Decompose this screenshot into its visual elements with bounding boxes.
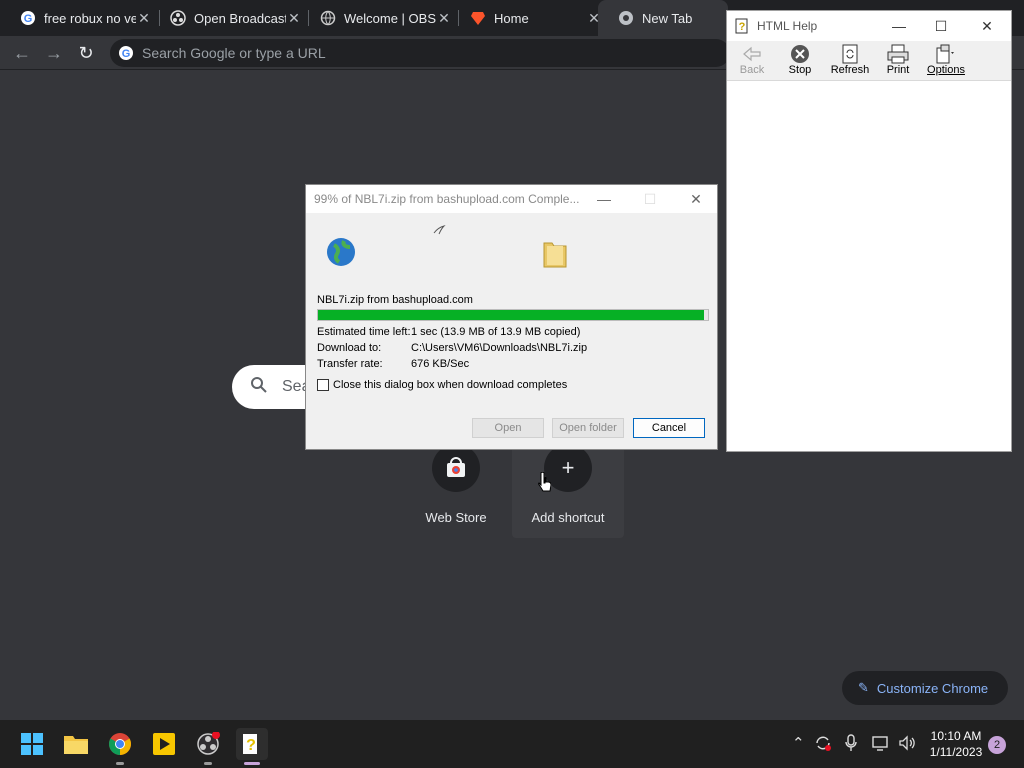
plus-icon: + (544, 444, 592, 492)
customize-chrome-button[interactable]: ✎ Customize Chrome (842, 671, 1008, 705)
clock-date: 1/11/2023 (929, 745, 983, 759)
globe-icon (320, 10, 336, 26)
pencil-icon: ✎ (858, 680, 869, 695)
tab-label: New Tab (642, 10, 693, 26)
download-progress-bar (317, 309, 709, 321)
svg-text:?: ? (246, 737, 256, 754)
chevron-up-icon[interactable]: ⌃ (792, 734, 805, 752)
globe-icon (326, 237, 356, 272)
taskbar: ? ⌃ 10:10 AM 1/11/2023 2 (0, 720, 1024, 768)
network-icon[interactable] (872, 734, 890, 756)
maximize-icon[interactable]: ☐ (927, 15, 955, 37)
help-options-button[interactable]: Options (921, 44, 971, 76)
svg-text:?: ? (739, 21, 746, 33)
help-question-icon: ? (735, 18, 751, 34)
folder-icon (542, 237, 568, 274)
tab-label: Open Broadcast (194, 10, 286, 26)
close-when-done-checkbox[interactable]: Close this dialog box when download comp… (317, 379, 567, 391)
chrome-icon (618, 10, 634, 26)
download-dialog-title: 99% of NBL7i.zip from bashupload.com Com… (314, 192, 580, 206)
file-explorer-icon[interactable] (60, 728, 92, 760)
system-clock[interactable]: 10:10 AM 1/11/2023 (924, 728, 988, 760)
shortcut-add[interactable]: + Add shortcut (512, 440, 624, 538)
shortcut-label: Web Store (425, 510, 487, 525)
help-stop-button[interactable]: Stop (775, 44, 825, 76)
help-window-title: HTML Help (757, 19, 818, 33)
help-back-button[interactable]: Back (727, 44, 777, 76)
google-icon: G (118, 45, 134, 61)
svg-text:G: G (24, 13, 33, 25)
back-arrow-icon (727, 44, 777, 64)
hand-cursor-icon (537, 471, 552, 499)
windows-start-icon[interactable] (16, 728, 48, 760)
tab-free-robux[interactable]: G free robux no ve ✕ (0, 0, 158, 36)
tab-open-broadcast[interactable]: Open Broadcast ✕ (150, 0, 308, 36)
close-icon[interactable]: ✕ (973, 15, 1001, 37)
clock-time: 10:10 AM (930, 729, 982, 743)
open-folder-button[interactable]: Open folder (552, 418, 624, 438)
open-button[interactable]: Open (472, 418, 544, 438)
media-player-icon[interactable] (148, 728, 180, 760)
tab-welcome-obs[interactable]: Welcome | OBS ✕ (300, 0, 458, 36)
paper-fly-icon (432, 223, 446, 241)
checkbox-box[interactable] (317, 379, 329, 391)
web-store-icon (432, 444, 480, 492)
shortcut-label: Add shortcut (531, 510, 605, 525)
help-titlebar[interactable]: ? HTML Help (727, 11, 1011, 41)
download-to-row: Download to: C:\Users\VM6\Downloads\NBL7i… (317, 342, 588, 354)
options-icon (921, 44, 971, 64)
brave-icon (470, 10, 486, 26)
svg-text:G: G (122, 48, 131, 60)
print-icon (873, 44, 923, 64)
obs-icon[interactable] (192, 728, 224, 765)
minimize-icon[interactable]: — (590, 188, 618, 210)
sync-icon[interactable] (814, 734, 832, 756)
tab-label: Welcome | OBS (344, 10, 436, 26)
notification-badge[interactable]: 2 (988, 736, 1006, 754)
time-left-row: Estimated time left:1 sec (13.9 MB of 13… (317, 326, 581, 338)
tab-new-tab[interactable]: New Tab (598, 0, 728, 36)
tab-label: Home (494, 10, 529, 26)
html-help-window: ? HTML Help — ☐ ✕ Back Stop Refresh Prin… (726, 10, 1012, 452)
refresh-icon (825, 44, 875, 64)
volume-icon[interactable] (898, 734, 916, 756)
search-icon (250, 376, 268, 399)
stop-icon (775, 44, 825, 64)
back-arrow-icon[interactable]: ← (10, 41, 34, 65)
help-refresh-button[interactable]: Refresh (825, 44, 875, 76)
shortcut-web-store[interactable]: Web Store (400, 440, 512, 538)
tab-label: free robux no ve (44, 10, 136, 26)
minimize-icon[interactable]: — (885, 15, 913, 37)
chrome-icon[interactable] (104, 728, 136, 765)
reload-icon[interactable]: ↻ (74, 41, 98, 65)
cancel-button[interactable]: Cancel (633, 418, 705, 438)
customize-label: Customize Chrome (876, 680, 989, 696)
tab-home[interactable]: Home ✕ (450, 0, 608, 36)
help-print-button[interactable]: Print (873, 44, 923, 76)
obs-icon (170, 10, 186, 26)
close-icon[interactable]: ✕ (682, 188, 710, 210)
help-toolbar: Back Stop Refresh Print Options (727, 41, 1011, 81)
download-source: NBL7i.zip from bashupload.com (317, 294, 473, 306)
google-icon: G (20, 10, 36, 26)
html-help-icon[interactable]: ? (236, 728, 268, 765)
download-dialog: 99% of NBL7i.zip from bashupload.com Com… (305, 184, 718, 450)
transfer-rate-row: Transfer rate: 676 KB/Sec (317, 358, 470, 370)
microphone-icon[interactable] (844, 734, 858, 756)
omnibox-placeholder: Search Google or type a URL (142, 45, 326, 61)
progress-fill (318, 310, 705, 320)
omnibox[interactable]: G Search Google or type a URL (110, 39, 730, 67)
forward-arrow-icon[interactable]: → (42, 41, 66, 65)
maximize-icon: ☐ (643, 191, 657, 207)
